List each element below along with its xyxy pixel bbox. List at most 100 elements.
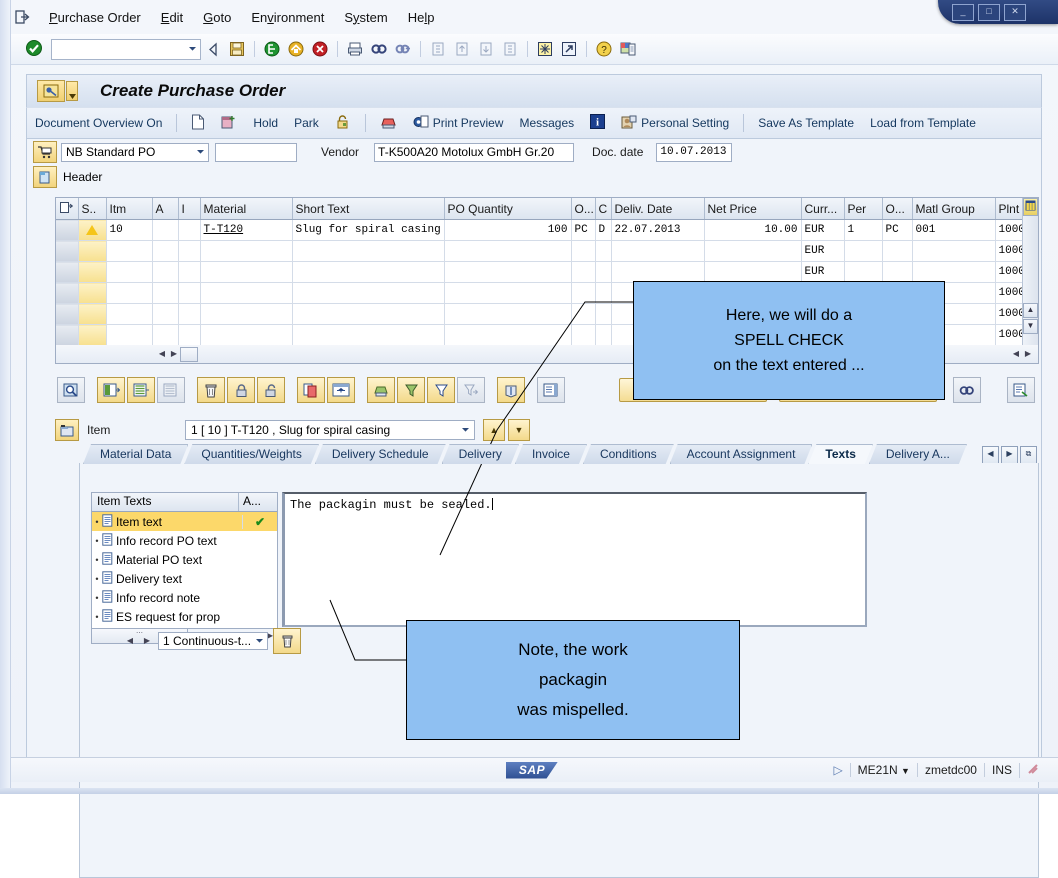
row-select-cell[interactable] <box>56 219 79 241</box>
table-row[interactable]: EUR 1000 <box>56 261 1038 283</box>
find-icon[interactable] <box>953 377 981 403</box>
hscroll-left-button-right[interactable]: ◀ <box>1010 348 1022 361</box>
cell-a[interactable] <box>152 303 179 325</box>
create-session-icon[interactable] <box>534 38 556 60</box>
cell-o1[interactable] <box>571 261 596 283</box>
cell-itm[interactable] <box>106 303 153 325</box>
command-field[interactable] <box>51 38 201 60</box>
tab-delivery[interactable]: Delivery <box>442 444 519 464</box>
menu-purchase-order[interactable]: PPurchase Orderurchase Order <box>39 8 151 27</box>
cell-o1[interactable] <box>571 303 596 325</box>
cell-per[interactable]: 1 <box>844 219 883 241</box>
hscroll-left-button[interactable]: ◀ <box>156 348 168 361</box>
find-icon[interactable] <box>368 38 390 60</box>
cell-short_text[interactable] <box>292 303 445 325</box>
col-config[interactable] <box>56 198 79 220</box>
status-insert-mode[interactable]: INS <box>983 763 1019 777</box>
row-select-cell[interactable] <box>56 324 79 346</box>
cell-o1[interactable] <box>571 282 596 304</box>
hscroll-thumb[interactable] <box>180 346 198 362</box>
cell-net_price[interactable] <box>704 261 802 283</box>
col-deliv-date[interactable]: Deliv. Date <box>611 198 705 220</box>
copy-row-icon[interactable] <box>127 377 155 403</box>
row-status-cell[interactable] <box>77 240 107 262</box>
cell-i[interactable] <box>178 240 201 262</box>
cell-deliv_date[interactable] <box>611 261 705 283</box>
cell-o1[interactable] <box>571 240 596 262</box>
create-shortcut-icon[interactable] <box>558 38 580 60</box>
select-all-icon[interactable] <box>1023 198 1038 216</box>
cell-matl_group[interactable] <box>912 261 996 283</box>
col-material[interactable]: Material <box>200 198 293 220</box>
cell-matl_group[interactable]: 001 <box>912 219 996 241</box>
cell-po_qty[interactable] <box>444 324 572 346</box>
list-item[interactable]: • Info record PO text <box>92 531 277 550</box>
trash-icon[interactable] <box>273 628 301 654</box>
cell-net_price[interactable] <box>704 240 802 262</box>
col-po-quantity[interactable]: PO Quantity <box>444 198 572 220</box>
cell-a[interactable] <box>152 324 179 346</box>
document-overview-on-button[interactable]: Document Overview On <box>27 113 170 133</box>
exit-session-icon[interactable] <box>11 8 33 26</box>
row-status-cell[interactable] <box>77 282 107 304</box>
cell-a[interactable] <box>152 282 179 304</box>
next-item-button[interactable]: ▼ <box>508 419 530 441</box>
editor-scroll-right[interactable]: ▶ <box>141 635 153 648</box>
chevron-down-icon[interactable] <box>188 42 197 56</box>
cell-short_text[interactable] <box>292 282 445 304</box>
first-page-icon[interactable] <box>427 38 449 60</box>
list-item[interactable]: • Item text ✔ <box>92 512 277 531</box>
list-item[interactable]: • Material PO text <box>92 550 277 569</box>
cell-net_price[interactable]: 10.00 <box>704 219 802 241</box>
col-order-price-unit[interactable]: O... <box>882 198 913 220</box>
col-itm[interactable]: Itm <box>106 198 153 220</box>
tab-delivery-schedule[interactable]: Delivery Schedule <box>315 444 446 464</box>
tab-scroll-left[interactable]: ◀ <box>982 446 999 464</box>
cell-i[interactable] <box>178 282 201 304</box>
help-icon[interactable]: ? <box>593 38 615 60</box>
cell-curr[interactable]: EUR <box>801 219 845 241</box>
grid-vertical-scrollbar[interactable]: ▲ ▼ <box>1022 198 1038 346</box>
cell-c[interactable] <box>595 282 612 304</box>
cell-o2[interactable] <box>882 261 913 283</box>
po-number-field[interactable] <box>215 142 297 162</box>
item-selector[interactable]: 1 [ 10 ] T-T120 , Slug for spiral casing <box>185 420 475 440</box>
tab-conditions[interactable]: Conditions <box>583 444 674 464</box>
row-select-cell[interactable] <box>56 240 79 262</box>
vendor-field[interactable]: T-K500A20 Motolux GmbH Gr.20 <box>374 142 575 162</box>
back-icon[interactable] <box>202 38 224 60</box>
row-select-cell[interactable] <box>56 303 79 325</box>
chevron-down-icon[interactable]: ▼ <box>901 766 910 776</box>
customize-layout-icon[interactable] <box>617 38 639 60</box>
print-icon[interactable] <box>344 38 366 60</box>
lock-row-icon[interactable] <box>227 377 255 403</box>
cell-short_text[interactable]: Slug for spiral casing <box>292 219 445 241</box>
park-button[interactable]: Park <box>286 113 327 133</box>
list-item[interactable]: • Delivery text <box>92 569 277 588</box>
addl-data-icon[interactable] <box>537 377 565 403</box>
layout-icon[interactable] <box>327 377 355 403</box>
cell-i[interactable] <box>178 219 201 241</box>
title-menu-dropdown[interactable] <box>66 81 78 101</box>
cell-material[interactable] <box>200 324 293 346</box>
row-status-cell[interactable] <box>77 324 107 346</box>
exit-icon[interactable] <box>261 38 283 60</box>
cell-short_text[interactable] <box>292 324 445 346</box>
menu-goto[interactable]: Goto <box>193 8 241 27</box>
item-texts-col-name[interactable]: Item Texts <box>92 493 239 511</box>
cell-per[interactable] <box>844 240 883 262</box>
tab-scroll-right[interactable]: ▶ <box>1001 446 1018 464</box>
cell-short_text[interactable] <box>292 240 445 262</box>
cell-i[interactable] <box>178 261 201 283</box>
cell-o2[interactable]: PC <box>882 219 913 241</box>
duplicate-icon[interactable] <box>297 377 325 403</box>
cell-c[interactable] <box>595 303 612 325</box>
filter-off-icon[interactable] <box>457 377 485 403</box>
text-format-select[interactable]: 1 Continuous-t... <box>158 632 268 650</box>
col-matl-group[interactable]: Matl Group <box>912 198 996 220</box>
cell-itm[interactable] <box>106 282 153 304</box>
text-editor[interactable]: The packagin must be sealed. <box>282 492 867 627</box>
previous-page-icon[interactable] <box>451 38 473 60</box>
enter-icon[interactable] <box>25 39 45 59</box>
next-page-icon[interactable] <box>475 38 497 60</box>
